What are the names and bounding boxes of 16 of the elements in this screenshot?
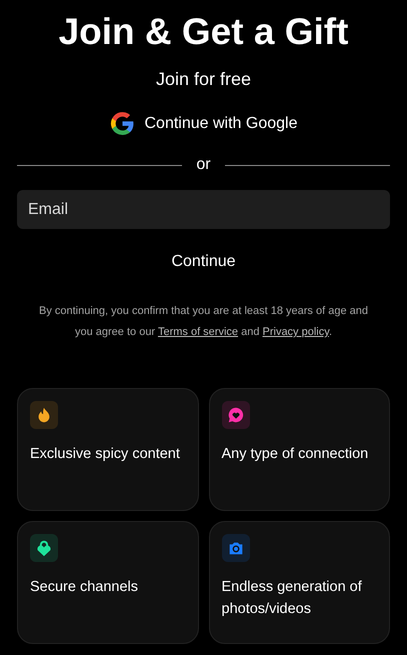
feature-label: Endless generation of photos/videos [222,578,363,619]
privacy-link[interactable]: Privacy policy [262,326,329,338]
legal-notice: By continuing, you confirm that you are at least 18 years of age and you agree to our Terms of service and Privacy policy. [38,304,369,340]
google-icon [110,111,134,136]
subtitle: Join for free [156,68,252,90]
feature-label: Secure channels [30,578,140,597]
feature-label: Any type of connection [222,445,370,464]
email-field[interactable]: Email [17,190,390,229]
lock-icon [35,539,53,557]
continue-button[interactable]: Continue [151,247,256,277]
divider-label: or [196,156,211,174]
google-button[interactable]: Continue with Google [106,107,302,140]
page-title: Join & Get a Gift [58,10,348,54]
feature-label: Exclusive spicy content [30,445,181,464]
terms-link[interactable]: Terms of service [158,326,238,338]
chat-heart-icon [226,406,244,424]
